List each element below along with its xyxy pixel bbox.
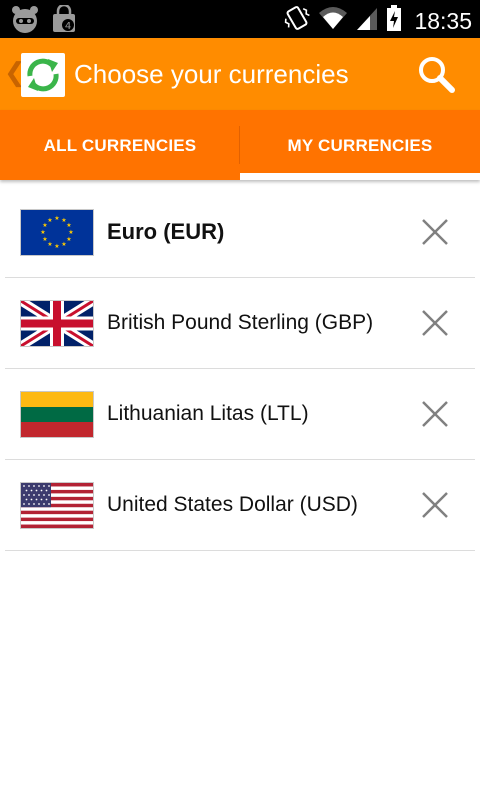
eu-flag-icon: ★ ★ ★ ★ ★ ★ ★ ★ ★ ★ ★ ★ [20, 209, 94, 256]
battery-charging-icon [386, 4, 402, 37]
close-icon [422, 219, 448, 245]
close-icon [422, 492, 448, 518]
currency-name: Euro (EUR) [107, 219, 225, 244]
store-update-badge: 4 [65, 21, 71, 32]
currency-list: ★ ★ ★ ★ ★ ★ ★ ★ ★ ★ ★ ★ Euro (EUR) Briti… [5, 187, 475, 551]
remove-currency-button[interactable] [420, 490, 450, 520]
svg-text:★: ★ [54, 215, 59, 222]
list-item[interactable]: British Pound Sterling (GBP) [5, 278, 475, 369]
list-item[interactable]: United States Dollar (USD) [5, 460, 475, 551]
wifi-icon [318, 5, 348, 36]
svg-text:★: ★ [68, 229, 73, 236]
svg-text:★: ★ [66, 236, 71, 243]
svg-text:★: ★ [61, 241, 66, 248]
tab-bar: ALL CURRENCIES MY CURRENCIES [0, 110, 480, 180]
search-icon [419, 57, 455, 93]
svg-text:★: ★ [66, 222, 71, 229]
svg-text:★: ★ [40, 229, 45, 236]
uk-flag-icon [20, 300, 94, 347]
currency-name: United States Dollar (USD) [107, 493, 358, 516]
cyanogen-mod-icon [10, 5, 40, 38]
svg-text:★: ★ [42, 236, 47, 243]
close-icon [422, 401, 448, 427]
store-update-icon: 4 [50, 3, 78, 38]
remove-currency-button[interactable] [420, 308, 450, 338]
remove-currency-button[interactable] [420, 217, 450, 247]
status-clock: 18:35 [414, 7, 472, 34]
tab-my-currencies[interactable]: MY CURRENCIES [240, 110, 480, 180]
svg-text:★: ★ [47, 217, 52, 224]
lithuania-flag-icon [20, 391, 94, 438]
close-icon [422, 310, 448, 336]
currency-name: Lithuanian Litas (LTL) [107, 402, 309, 425]
vibrate-icon [284, 4, 311, 37]
currency-name: British Pound Sterling (GBP) [107, 311, 374, 334]
refresh-arrows-icon [27, 58, 59, 92]
page-title: Choose your currencies [74, 59, 349, 89]
status-bar: 4 18:35 [0, 0, 480, 38]
us-flag-icon [20, 482, 94, 529]
selected-tab-indicator [240, 173, 480, 180]
remove-currency-button[interactable] [420, 399, 450, 429]
app-logo[interactable] [21, 53, 65, 97]
signal-icon [356, 5, 378, 36]
action-bar: ❮ Choose your currencies [0, 38, 480, 110]
tab-all-currencies[interactable]: ALL CURRENCIES [0, 110, 240, 180]
list-item[interactable]: Lithuanian Litas (LTL) [5, 369, 475, 460]
search-button[interactable] [414, 52, 460, 98]
svg-text:★: ★ [47, 241, 52, 248]
svg-text:★: ★ [54, 243, 59, 250]
list-item[interactable]: ★ ★ ★ ★ ★ ★ ★ ★ ★ ★ ★ ★ Euro (EUR) [5, 187, 475, 278]
